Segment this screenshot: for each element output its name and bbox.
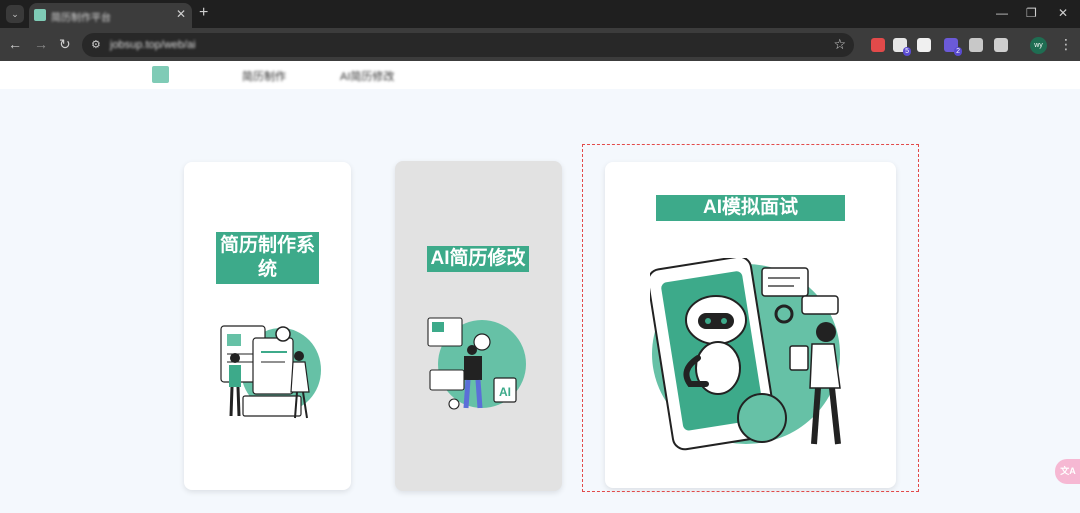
resume-builder-illustration: [220, 325, 321, 419]
profile-avatar[interactable]: wy: [1030, 37, 1047, 54]
browser-tabstrip: ⌄ 简历制作平台 ✕ + — ❐ ✕: [0, 0, 1080, 28]
ext-4-extension-icon[interactable]: 2: [944, 38, 962, 56]
ext-2-badge: 5: [903, 47, 911, 56]
site-logo[interactable]: [152, 66, 169, 83]
tab-favicon-icon: [34, 9, 46, 21]
ext-5-extension-icon[interactable]: [969, 38, 983, 52]
card-title-ai-resume-edit: AI简历修改: [427, 246, 529, 272]
tab-close-icon[interactable]: ✕: [176, 7, 186, 21]
nav-link-resume-make[interactable]: 简历制作: [242, 68, 286, 84]
svg-text:AI: AI: [499, 385, 511, 399]
new-tab-button[interactable]: +: [199, 4, 208, 22]
browser-tab[interactable]: 简历制作平台 ✕: [29, 3, 192, 28]
browser-menu-icon[interactable]: ⋮: [1059, 36, 1073, 53]
puzzle-extension-icon[interactable]: [994, 38, 1008, 52]
site-header: 简历制作 AI简历修改: [0, 61, 1080, 89]
card-title-resume-builder: 简历制作系统: [216, 232, 319, 284]
ext-2-extension-icon[interactable]: 5: [893, 38, 911, 56]
tab-search-button[interactable]: ⌄: [6, 5, 24, 23]
url-text[interactable]: jobsup.top/web/ai: [110, 39, 196, 51]
close-window-icon[interactable]: ✕: [1058, 6, 1068, 20]
site-info-icon[interactable]: ⚙: [91, 38, 101, 51]
ai-resume-edit-illustration: AI: [427, 317, 526, 410]
tab-title: 简历制作平台: [51, 13, 111, 24]
card-title-ai-mock-interview: AI模拟面试: [656, 195, 845, 221]
ext-1-extension-icon[interactable]: [871, 38, 885, 52]
translate-floating-button[interactable]: 文A: [1055, 459, 1080, 484]
back-icon[interactable]: ←: [8, 36, 22, 52]
address-bar[interactable]: ⚙ jobsup.top/web/ai ☆: [82, 33, 854, 57]
nav-link-ai-resume-edit[interactable]: AI简历修改: [340, 68, 394, 84]
forward-icon[interactable]: →: [34, 36, 48, 52]
ext-4-badge: 2: [954, 47, 962, 56]
reload-icon[interactable]: ↻: [59, 36, 71, 52]
ext-3-extension-icon[interactable]: [917, 38, 931, 52]
minimize-icon[interactable]: —: [996, 6, 1008, 20]
ai-mock-interview-illustration: [650, 258, 841, 451]
restore-icon[interactable]: ❐: [1026, 6, 1037, 20]
bookmark-star-icon[interactable]: ☆: [833, 36, 846, 53]
